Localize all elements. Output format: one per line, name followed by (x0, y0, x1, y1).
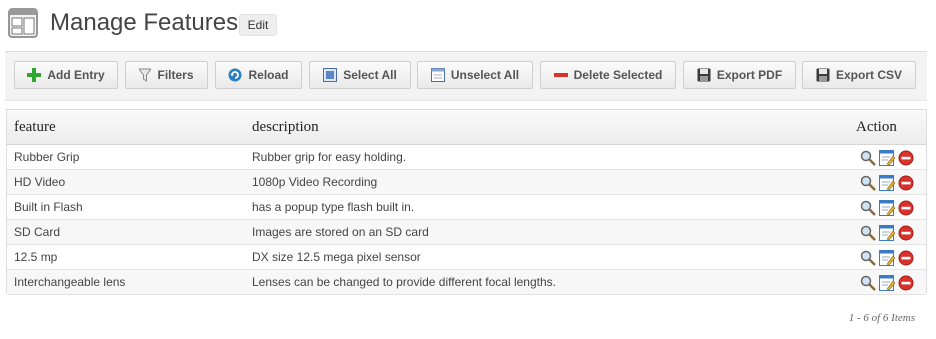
add-entry-button[interactable]: Add Entry (14, 61, 118, 89)
edit-icon[interactable] (879, 200, 895, 216)
page-header: Manage Features Edit (0, 0, 936, 50)
floppy-disk-icon (697, 68, 711, 82)
edit-button[interactable]: Edit (239, 14, 277, 36)
edit-icon[interactable] (879, 175, 895, 191)
table-row[interactable]: Built in Flash has a popup type flash bui… (7, 195, 926, 220)
features-table: feature description Action Rubber Grip Ru… (6, 109, 927, 295)
magnifier-view-icon[interactable] (860, 250, 876, 266)
pagination-summary: 1 - 6 of 6 Items (848, 312, 915, 324)
funnel-icon (139, 68, 152, 82)
cell-feature: Built in Flash (14, 200, 83, 214)
delete-icon[interactable] (898, 250, 914, 266)
unselect-all-label: Unselect All (450, 68, 520, 82)
row-actions (860, 200, 914, 216)
edit-icon[interactable] (879, 250, 895, 266)
toolbar: Add Entry Filters Reload Select All Unse… (5, 51, 927, 101)
filters-button[interactable]: Filters (125, 61, 208, 89)
table-row[interactable]: Interchangeable lens Lenses can be change… (7, 270, 926, 295)
delete-icon[interactable] (898, 150, 914, 166)
unselect-all-icon (430, 68, 445, 82)
page-title: Manage Features (50, 9, 239, 36)
select-all-icon (323, 68, 338, 82)
cell-description: has a popup type flash built in. (252, 200, 415, 214)
cell-description: Images are stored on an SD card (252, 225, 429, 239)
delete-icon[interactable] (898, 175, 914, 191)
filters-label: Filters (157, 68, 194, 82)
table-header: feature description Action (7, 110, 926, 145)
delete-icon[interactable] (898, 225, 914, 241)
unselect-all-button[interactable]: Unselect All (417, 61, 533, 89)
row-actions (860, 250, 914, 266)
row-actions (860, 225, 914, 241)
edit-icon[interactable] (879, 275, 895, 291)
export-pdf-button[interactable]: Export PDF (683, 61, 796, 89)
window-layout-icon (8, 8, 38, 38)
plus-icon (27, 68, 42, 82)
row-actions (860, 275, 914, 291)
cell-feature: Interchangeable lens (14, 275, 126, 289)
reload-button[interactable]: Reload (215, 61, 302, 89)
magnifier-view-icon[interactable] (860, 175, 876, 191)
table-row[interactable]: HD Video 1080p Video Recording (7, 170, 926, 195)
floppy-disk-icon (816, 68, 830, 82)
export-pdf-label: Export PDF (716, 68, 783, 82)
magnifier-view-icon[interactable] (860, 200, 876, 216)
row-actions (860, 150, 914, 166)
reload-label: Reload (248, 68, 289, 82)
cell-feature: 12.5 mp (14, 250, 58, 264)
column-header-description[interactable]: description (252, 110, 319, 144)
select-all-label: Select All (343, 68, 397, 82)
table-row[interactable]: Rubber Grip Rubber grip for easy holding. (7, 145, 926, 170)
export-csv-label: Export CSV (835, 68, 902, 82)
row-actions (860, 175, 914, 191)
table-row[interactable]: SD Card Images are stored on an SD card (7, 220, 926, 245)
export-csv-button[interactable]: Export CSV (802, 61, 916, 89)
column-header-action: Action (856, 119, 897, 135)
cell-description: Lenses can be changed to provide differe… (252, 275, 556, 289)
minus-icon (553, 73, 568, 77)
magnifier-view-icon[interactable] (860, 275, 876, 291)
magnifier-view-icon[interactable] (860, 225, 876, 241)
delete-selected-label: Delete Selected (573, 68, 663, 82)
cell-description: DX size 12.5 mega pixel sensor (252, 250, 421, 264)
select-all-button[interactable]: Select All (309, 61, 411, 89)
edit-icon[interactable] (879, 150, 895, 166)
add-entry-label: Add Entry (47, 68, 105, 82)
cell-feature: Rubber Grip (14, 150, 80, 164)
column-header-feature[interactable]: feature (14, 110, 56, 144)
cell-description: 1080p Video Recording (252, 175, 378, 189)
cell-feature: SD Card (14, 225, 61, 239)
reload-icon (228, 68, 242, 82)
table-row[interactable]: 12.5 mp DX size 12.5 mega pixel sensor (7, 245, 926, 270)
magnifier-view-icon[interactable] (860, 150, 876, 166)
delete-icon[interactable] (898, 275, 914, 291)
delete-icon[interactable] (898, 200, 914, 216)
delete-selected-button[interactable]: Delete Selected (540, 61, 676, 89)
cell-feature: HD Video (14, 175, 66, 189)
cell-description: Rubber grip for easy holding. (252, 150, 407, 164)
edit-icon[interactable] (879, 225, 895, 241)
